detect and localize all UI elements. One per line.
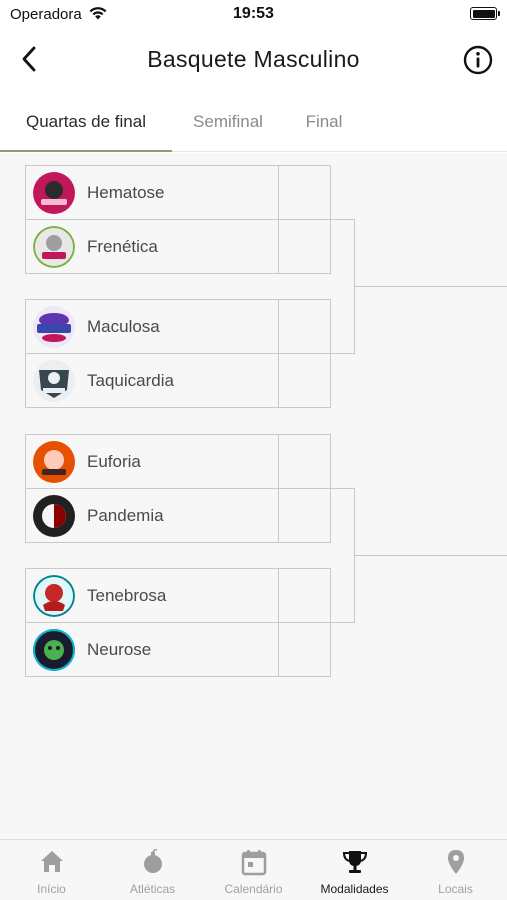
bracket-connector — [354, 555, 507, 556]
team-logo-neurose — [33, 628, 75, 671]
team-logo-tenebrosa — [33, 574, 75, 617]
page-title: Basquete Masculino — [147, 46, 360, 72]
team-name: Frenética — [87, 236, 158, 256]
team-score — [278, 220, 330, 273]
team-name: Pandemia — [87, 505, 164, 525]
clock: 19:53 — [233, 5, 274, 22]
battery-icon — [470, 7, 500, 20]
bomb-icon — [143, 849, 162, 873]
team-row[interactable]: Pandemia — [25, 488, 331, 543]
team-name: Maculosa — [87, 316, 160, 336]
team-name: Taquicardia — [87, 370, 174, 390]
info-button[interactable] — [462, 44, 494, 76]
round-tabs: Quartas de final Semifinal Final — [0, 96, 507, 152]
team-score — [278, 435, 330, 488]
team-name: Hematose — [87, 182, 165, 202]
team-row[interactable]: Tenebrosa — [25, 568, 331, 623]
team-score — [278, 489, 330, 542]
team-logo-pandemia — [33, 494, 75, 537]
nav-locais[interactable]: Locais — [405, 840, 506, 900]
team-logo-frenetica — [33, 225, 75, 268]
team-logo-icon — [33, 574, 75, 617]
team-name: Euforia — [87, 451, 141, 471]
trophy-icon — [342, 851, 367, 873]
tab-quartas-de-final[interactable]: Quartas de final — [0, 96, 172, 152]
info-circle-icon — [463, 45, 493, 75]
bracket-connector — [354, 286, 507, 287]
nav-label: Calendário — [224, 882, 283, 896]
team-logo-taquicardia — [33, 359, 75, 402]
team-name: Tenebrosa — [87, 585, 167, 605]
team-row[interactable]: Maculosa — [25, 299, 331, 354]
team-logo-icon — [33, 628, 75, 671]
team-score — [278, 569, 330, 622]
team-logo-icon — [39, 369, 69, 398]
nav-label: Locais — [438, 882, 473, 896]
team-logo-maculosa — [33, 305, 75, 348]
tab-semifinal[interactable]: Semifinal — [172, 96, 284, 152]
bracket-connector — [331, 353, 355, 354]
team-score — [278, 300, 330, 353]
nav-atleticas[interactable]: Atléticas — [102, 840, 203, 900]
team-row[interactable]: Taquicardia — [25, 353, 331, 408]
status-bar: Operadora 19:53 — [0, 0, 507, 30]
bottom-nav: Início Atléticas Calendário Modalidades — [0, 839, 507, 900]
tab-final[interactable]: Final — [284, 96, 364, 152]
team-logo-hematose — [33, 171, 75, 214]
nav-modalidades[interactable]: Modalidades — [304, 840, 405, 900]
nav-inicio[interactable]: Início — [1, 840, 102, 900]
team-logo-icon — [37, 312, 71, 342]
nav-calendario[interactable]: Calendário — [203, 840, 304, 900]
team-row[interactable]: Hematose — [25, 165, 331, 220]
location-pin-icon — [447, 850, 464, 874]
team-row[interactable]: Euforia — [25, 434, 331, 489]
bracket-connector — [331, 488, 355, 489]
header: Basquete Masculino — [0, 30, 507, 92]
bracket: Hematose Frenética Maculosa Taquicardia … — [0, 153, 507, 839]
team-row[interactable]: Neurose — [25, 622, 331, 677]
team-logo-icon — [34, 441, 74, 482]
calendar-icon — [241, 850, 266, 876]
active-tab-indicator — [0, 150, 172, 152]
team-logo-euforia — [33, 440, 75, 483]
team-score — [278, 623, 330, 676]
bracket-connector — [331, 622, 355, 623]
nav-label: Atléticas — [129, 882, 176, 896]
team-logo-icon — [34, 172, 74, 213]
team-row[interactable]: Frenética — [25, 219, 331, 274]
bracket-connector — [331, 219, 355, 220]
team-score — [278, 354, 330, 407]
nav-label: Modalidades — [320, 882, 389, 896]
team-logo-icon — [34, 495, 74, 536]
home-icon — [40, 851, 63, 872]
nav-label: Início — [37, 882, 66, 896]
team-name: Neurose — [87, 639, 152, 659]
team-score — [278, 166, 330, 219]
team-logo-icon — [33, 225, 75, 268]
